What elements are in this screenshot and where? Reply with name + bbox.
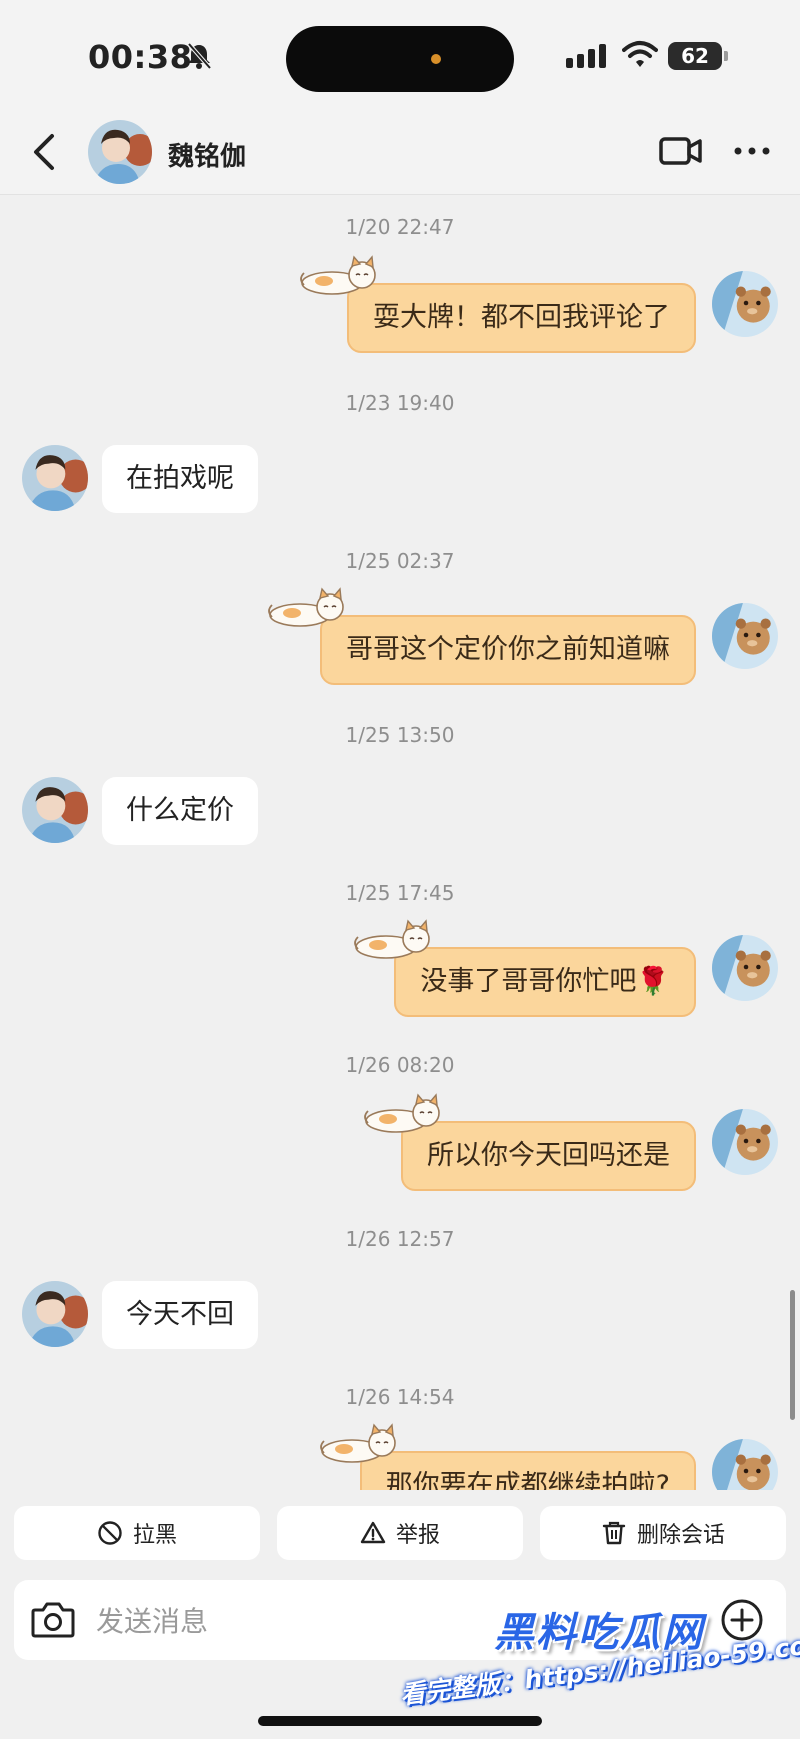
contact-message-avatar[interactable] — [22, 1281, 88, 1347]
message-timestamp: 1/23 19:40 — [345, 391, 455, 415]
more-options-icon[interactable] — [732, 138, 772, 164]
block-button[interactable]: 拉黑 — [14, 1506, 260, 1560]
contact-message-avatar[interactable] — [22, 777, 88, 843]
message-timestamp: 1/26 14:54 — [345, 1385, 455, 1409]
message-timestamp: 1/26 12:57 — [345, 1227, 455, 1251]
message-timestamp: 1/26 08:20 — [345, 1053, 455, 1077]
outgoing-message[interactable]: 哥哥这个定价你之前知道嘛 — [320, 615, 696, 685]
my-avatar[interactable] — [712, 603, 778, 669]
cat-sticker-icon — [298, 253, 382, 297]
message-timestamp: 1/25 13:50 — [345, 723, 455, 747]
chat-header: 魏铭伽 — [0, 110, 800, 195]
message-timestamp: 1/20 22:47 — [345, 215, 455, 239]
home-indicator[interactable] — [258, 1716, 542, 1726]
scrollbar[interactable] — [790, 1290, 795, 1420]
cat-sticker-icon — [362, 1091, 446, 1135]
warning-icon — [360, 1521, 386, 1544]
incoming-message[interactable]: 什么定价 — [102, 777, 258, 845]
contact-message-avatar[interactable] — [22, 445, 88, 511]
cat-sticker-icon — [352, 917, 436, 961]
outgoing-message[interactable]: 没事了哥哥你忙吧🌹 — [394, 947, 696, 1017]
video-call-icon[interactable] — [658, 134, 704, 168]
chat-actions-bar: 拉黑 举报 删除会话 — [0, 1490, 800, 1570]
dynamic-island — [286, 26, 514, 92]
delete-conversation-button[interactable]: 删除会话 — [540, 1506, 786, 1560]
camera-icon[interactable] — [30, 1598, 76, 1642]
outgoing-message[interactable]: 那你要在成都继续拍啦? — [359, 1451, 696, 1490]
camera-indicator-dot — [431, 54, 441, 64]
bell-muted-icon — [187, 42, 212, 70]
report-button[interactable]: 举报 — [277, 1506, 523, 1560]
wifi-icon — [622, 41, 658, 67]
my-avatar[interactable] — [712, 1439, 778, 1490]
cat-sticker-icon — [318, 1421, 402, 1465]
battery-cap — [724, 51, 728, 61]
status-time: 00:38 — [88, 38, 193, 76]
incoming-message[interactable]: 今天不回 — [102, 1281, 258, 1349]
battery-indicator: 62 — [668, 42, 722, 70]
incoming-message[interactable]: 在拍戏呢 — [102, 445, 258, 513]
contact-name: 魏铭伽 — [168, 142, 247, 172]
my-avatar[interactable] — [712, 935, 778, 1001]
report-label: 举报 — [395, 1523, 440, 1548]
back-arrow-icon[interactable] — [26, 130, 66, 174]
outgoing-message[interactable]: 耍大牌！都不回我评论了 — [347, 283, 696, 353]
message-thread[interactable]: 1/20 22:47 耍大牌！都不回我评论了 1/23 19:40 在拍戏呢 1… — [0, 195, 800, 1490]
contact-avatar[interactable] — [88, 120, 152, 184]
my-avatar[interactable] — [712, 1109, 778, 1175]
message-timestamp: 1/25 17:45 — [345, 881, 455, 905]
block-icon — [98, 1521, 122, 1545]
status-bar: 00:38 62 — [0, 0, 800, 110]
block-label: 拉黑 — [132, 1523, 177, 1548]
message-timestamp: 1/25 02:37 — [345, 549, 455, 573]
my-avatar[interactable] — [712, 271, 778, 337]
cat-sticker-icon — [266, 585, 350, 629]
trash-icon — [602, 1521, 626, 1545]
delete-conversation-label: 删除会话 — [636, 1523, 725, 1548]
cellular-signal-icon — [566, 44, 606, 68]
